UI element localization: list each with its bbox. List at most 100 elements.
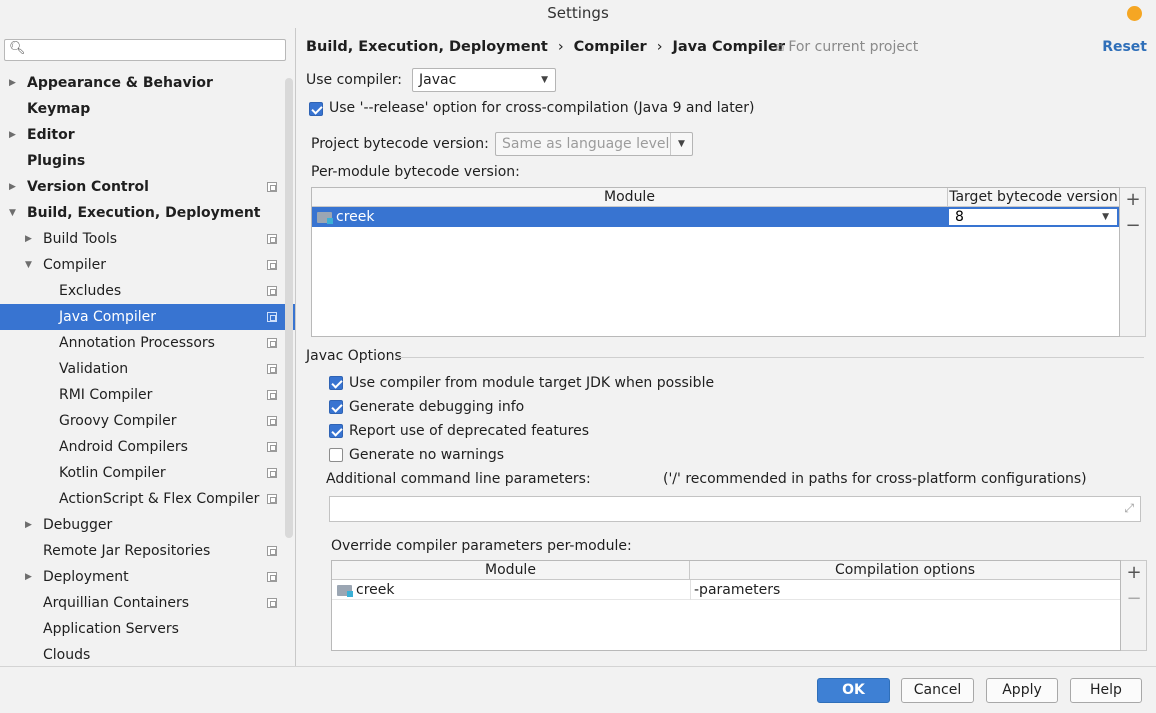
override-label: Override compiler parameters per-module:	[331, 538, 632, 554]
column-header-module[interactable]: Module	[332, 561, 690, 579]
remove-icon[interactable]: −	[1121, 589, 1147, 609]
project-scope-icon: ⧉	[776, 41, 784, 54]
per-module-label: Per-module bytecode version:	[311, 164, 520, 180]
project-scope-icon	[267, 364, 277, 374]
release-option-label: Use '--release' option for cross-compila…	[329, 100, 755, 116]
use-compiler-value: Javac	[419, 72, 457, 88]
search-icon: 🔍︎	[9, 41, 26, 56]
project-bytecode-value: Same as language level	[502, 136, 670, 152]
option-label: Report use of deprecated features	[349, 423, 590, 439]
sidebar-item-arquillian-containers[interactable]: Arquillian Containers	[0, 590, 295, 616]
sidebar-item-annotation-processors[interactable]: Annotation Processors	[0, 330, 295, 356]
sidebar-item-validation[interactable]: Validation	[0, 356, 295, 382]
sidebar-item-appearance-behavior[interactable]: ▶ Appearance & Behavior	[0, 70, 295, 96]
add-icon[interactable]: +	[1120, 190, 1146, 210]
sidebar-item-label: Editor	[27, 127, 75, 143]
sidebar-scrollbar[interactable]	[285, 78, 293, 538]
project-scope-icon	[267, 442, 277, 452]
sidebar-item-deployment[interactable]: ▶ Deployment	[0, 564, 295, 590]
sidebar-item-build-tools[interactable]: ▶ Build Tools	[0, 226, 295, 252]
column-header-target[interactable]: Target bytecode version	[948, 188, 1119, 206]
use-compiler-label: Use compiler:	[306, 72, 403, 88]
section-divider	[396, 357, 1144, 358]
chevron-down-icon[interactable]: ▼	[9, 200, 19, 226]
module-folder-icon	[317, 212, 333, 224]
sidebar-item-remote-jar-repositories[interactable]: Remote Jar Repositories	[0, 538, 295, 564]
sidebar-item-kotlin-compiler[interactable]: Kotlin Compiler	[0, 460, 295, 486]
per-module-table: Module Target bytecode version creek 8 ▼	[311, 187, 1120, 337]
chevron-right-icon[interactable]: ▶	[9, 174, 19, 200]
expand-icon[interactable]: ⤢	[1124, 501, 1134, 516]
apply-button[interactable]: Apply	[986, 678, 1058, 703]
override-table: Module Compilation options creek -parame…	[331, 560, 1121, 651]
java-compiler-panel: Build, Execution, Deployment › Compiler › Ja…	[296, 28, 1156, 666]
override-toolbar: + −	[1121, 560, 1147, 651]
target-bytecode-value: 8	[955, 209, 964, 225]
project-scope-icon	[267, 416, 277, 426]
ok-button[interactable]: OK	[817, 678, 890, 703]
sidebar-item-label: Groovy Compiler	[59, 413, 177, 429]
sidebar-item-android-compilers[interactable]: Android Compilers	[0, 434, 295, 460]
sidebar-item-label: Validation	[59, 361, 129, 377]
sidebar-item-plugins[interactable]: Plugins	[0, 148, 295, 174]
sidebar-item-label: Build Tools	[43, 231, 118, 247]
help-button[interactable]: Help	[1070, 678, 1142, 703]
chevron-right-icon[interactable]: ▶	[9, 122, 19, 148]
target-bytecode-select[interactable]: 8 ▼	[948, 208, 1118, 226]
release-option-checkbox[interactable]	[309, 102, 323, 116]
chevron-right-icon[interactable]: ▶	[9, 70, 19, 96]
additional-params-label: Additional command line parameters:	[326, 471, 591, 487]
option-checkbox-target-jdk[interactable]	[329, 376, 343, 390]
sidebar-item-keymap[interactable]: Keymap	[0, 96, 295, 122]
column-header-module[interactable]: Module	[312, 188, 948, 206]
chevron-right-icon[interactable]: ▶	[25, 226, 35, 252]
sidebar-item-java-compiler[interactable]: Java Compiler	[0, 304, 295, 330]
project-bytecode-select[interactable]: Same as language level ▼	[495, 132, 693, 156]
sidebar-item-clouds[interactable]: Clouds	[0, 642, 295, 668]
search-input[interactable]: 🔍︎	[4, 39, 286, 61]
chevron-down-icon: ▼	[670, 133, 692, 155]
project-bytecode-label: Project bytecode version:	[311, 136, 489, 152]
sidebar-item-editor[interactable]: ▶ Editor	[0, 122, 295, 148]
table-row[interactable]: creek 8 ▼	[312, 207, 1119, 227]
dialog-footer: OK Cancel Apply Help	[0, 666, 1156, 713]
chevron-down-icon[interactable]: ▼	[25, 252, 35, 278]
project-scope-icon	[267, 338, 277, 348]
sidebar-item-build-execution-deployment[interactable]: ▼ Build, Execution, Deployment	[0, 200, 295, 226]
project-scope-icon	[267, 572, 277, 582]
reset-link[interactable]: Reset	[1102, 39, 1147, 55]
sidebar-item-debugger[interactable]: ▶ Debugger	[0, 512, 295, 538]
sidebar-item-label: ActionScript & Flex Compiler	[59, 491, 260, 507]
minimize-window-button[interactable]	[1127, 6, 1142, 21]
window-title: Settings	[547, 4, 609, 22]
table-header: Module Compilation options	[332, 561, 1120, 580]
use-compiler-select[interactable]: Javac ▼	[412, 68, 556, 92]
chevron-right-icon[interactable]: ▶	[25, 564, 35, 590]
search-field[interactable]	[27, 41, 277, 59]
column-header-options[interactable]: Compilation options	[690, 561, 1120, 579]
sidebar-item-label: Version Control	[27, 179, 149, 195]
option-checkbox-debug-info[interactable]	[329, 400, 343, 414]
sidebar-item-groovy-compiler[interactable]: Groovy Compiler	[0, 408, 295, 434]
additional-params-input[interactable]: ⤢	[329, 496, 1141, 522]
sidebar-item-label: Application Servers	[43, 621, 179, 637]
compilation-options-value[interactable]: -parameters	[694, 580, 780, 600]
option-label: Generate no warnings	[349, 447, 505, 463]
table-row[interactable]: creek -parameters	[332, 580, 1120, 600]
sidebar-item-version-control[interactable]: ▶ Version Control	[0, 174, 295, 200]
sidebar-item-application-servers[interactable]: Application Servers	[0, 616, 295, 642]
option-checkbox-no-warnings[interactable]	[329, 448, 343, 462]
cancel-button[interactable]: Cancel	[901, 678, 974, 703]
sidebar-item-excludes[interactable]: Excludes	[0, 278, 295, 304]
chevron-right-icon[interactable]: ▶	[25, 512, 35, 538]
chevron-down-icon: ▼	[1102, 212, 1109, 222]
remove-icon[interactable]: −	[1120, 216, 1146, 236]
sidebar-item-rmi-compiler[interactable]: RMI Compiler	[0, 382, 295, 408]
settings-tree: ▶ Appearance & Behavior Keymap ▶ Editor Plugi…	[0, 70, 295, 668]
sidebar-item-actionscript-flex-compiler[interactable]: ActionScript & Flex Compiler	[0, 486, 295, 512]
add-icon[interactable]: +	[1121, 563, 1147, 583]
sidebar-item-compiler[interactable]: ▼ Compiler	[0, 252, 295, 278]
option-checkbox-deprecated[interactable]	[329, 424, 343, 438]
javac-options-title: Javac Options	[306, 348, 402, 364]
breadcrumb-separator: ›	[656, 39, 663, 55]
